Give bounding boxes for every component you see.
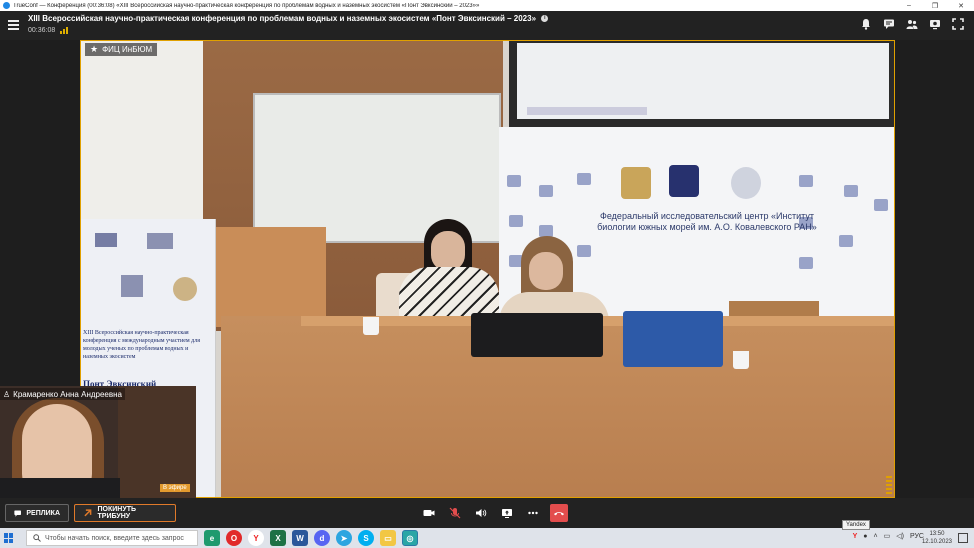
info-icon[interactable]: i: [541, 15, 549, 23]
microphone-toggle-button[interactable]: [446, 504, 464, 522]
institute-logo-icon: [669, 165, 699, 197]
volume-tray-icon[interactable]: ◁): [896, 532, 904, 540]
scene-cup: [733, 351, 749, 369]
scene-lectern: [216, 227, 326, 327]
microphone-muted-icon: [449, 507, 461, 519]
leave-podium-icon: [84, 509, 92, 517]
reply-button[interactable]: РЕПЛИКА: [5, 504, 69, 522]
podium-text: XIII Всероссийская научно-практическая к…: [83, 330, 200, 360]
star-icon: ★: [90, 44, 99, 54]
chat-icon[interactable]: [883, 18, 895, 30]
notifications-icon[interactable]: [958, 533, 968, 543]
scene-cup: [363, 317, 379, 335]
more-options-button[interactable]: [524, 504, 542, 522]
speaker-video[interactable]: Федеральный исследовательский центр «Инс…: [80, 40, 895, 498]
screen-share-icon: [502, 509, 512, 518]
search-placeholder: Чтобы начать поиск, введите здесь запрос: [45, 534, 184, 542]
media-controls: [420, 504, 568, 522]
taskbar-apps: e O Y X W d ➤ S ▭ ◎: [204, 530, 418, 546]
menu-icon[interactable]: [8, 20, 19, 30]
camera-icon: [423, 510, 435, 516]
more-dots-icon: [528, 511, 538, 515]
yandex-browser-icon[interactable]: Y: [248, 530, 264, 546]
conference-title: XIII Всероссийская научно-практическая к…: [28, 14, 537, 23]
notifications-bell-icon[interactable]: [860, 18, 872, 30]
clock-time: 13:50: [929, 531, 945, 537]
taskbar-clock[interactable]: 13:50 12.10.2023: [922, 530, 952, 546]
windows-taskbar: Чтобы начать поиск, введите здесь запрос…: [0, 528, 974, 548]
maximize-button[interactable]: ❐: [922, 2, 948, 10]
scene-laptop-blue: [623, 311, 723, 367]
skype-icon[interactable]: S: [358, 530, 374, 546]
windows-start-icon[interactable]: [4, 533, 14, 543]
search-icon: [33, 534, 41, 542]
taskbar-search-input[interactable]: Чтобы начать поиск, введите здесь запрос: [26, 530, 198, 546]
edge-icon[interactable]: e: [204, 530, 220, 546]
show-hidden-icons-icon[interactable]: ˄: [874, 533, 878, 540]
minimize-button[interactable]: –: [896, 2, 922, 9]
leave-podium-label: ПОКИНУТЬ ТРИБУНУ: [97, 506, 137, 520]
file-explorer-icon[interactable]: ▭: [380, 530, 396, 546]
opera-icon[interactable]: O: [226, 530, 242, 546]
conference-timer: 00:36:08: [28, 27, 56, 34]
camera-toggle-button[interactable]: [420, 504, 438, 522]
telegram-icon[interactable]: ➤: [336, 530, 352, 546]
trueconf-taskbar-icon[interactable]: ◎: [402, 530, 418, 546]
signal-strength-icon: [60, 27, 69, 34]
screen-share-button[interactable]: [498, 504, 516, 522]
microphone-tray-icon[interactable]: ●: [863, 533, 867, 540]
participants-icon[interactable]: [906, 18, 918, 30]
conference-title-row: XIII Всероссийская научно-практическая к…: [28, 14, 549, 23]
window-title: TrueConf — Конференция (00:36:08) «XIII …: [13, 2, 480, 9]
scene-projector-screen: [509, 41, 894, 127]
excel-icon[interactable]: X: [270, 530, 286, 546]
user-icon: ♙: [3, 389, 11, 399]
content-share-icon[interactable]: [929, 18, 941, 30]
reply-label: РЕПЛИКА: [26, 509, 60, 517]
crest-emblem-icon: [621, 167, 651, 199]
scene-laptop-black: [471, 313, 603, 357]
close-window-button[interactable]: ✕: [948, 2, 974, 10]
self-view-name: Крамаренко Анна Андреевна: [13, 389, 122, 399]
clock-date: 12.10.2023: [921, 539, 952, 545]
speaker-icon: [476, 509, 487, 517]
system-tray: Y ● ˄ ▭ ◁) РУС: [853, 532, 924, 541]
trueconf-app-icon: [3, 2, 10, 9]
conference-header: XIII Всероссийская научно-практическая к…: [0, 11, 974, 40]
on-air-badge: В эфире: [160, 484, 190, 492]
word-icon[interactable]: W: [292, 530, 308, 546]
window-titlebar: TrueConf — Конференция (00:36:08) «XIII …: [0, 0, 974, 11]
video-stage: Федеральный исследовательский центр «Инс…: [0, 40, 974, 498]
audio-level-indicator: [886, 476, 892, 496]
header-actions: [860, 18, 964, 30]
hang-up-icon: [554, 512, 564, 516]
call-toolbar: РЕПЛИКА ПОКИНУТЬ ТРИБУНУ: [0, 498, 974, 528]
yandex-tray-icon[interactable]: Y: [853, 533, 858, 540]
tray-tooltip: Yandex: [842, 520, 870, 530]
conference-timer-row: 00:36:08: [28, 27, 69, 34]
self-view-video[interactable]: ♙ Крамаренко Анна Андреевна В эфире: [0, 386, 196, 498]
banner-text: Федеральный исследовательский центр «Инс…: [597, 211, 817, 232]
speaker-name: ФИЦ ИнБЮМ: [102, 45, 153, 54]
discord-icon[interactable]: d: [314, 530, 330, 546]
network-icon[interactable]: ▭: [884, 532, 891, 540]
self-view-label: ♙ Крамаренко Анна Андреевна: [0, 388, 125, 400]
hang-up-button[interactable]: [550, 504, 568, 522]
speaker-volume-button[interactable]: [472, 504, 490, 522]
leave-podium-button[interactable]: ПОКИНУТЬ ТРИБУНУ: [74, 504, 176, 522]
fullscreen-icon[interactable]: [952, 18, 964, 30]
speaker-label: ★ ФИЦ ИнБЮМ: [85, 43, 158, 56]
ras-seal-icon: [731, 167, 761, 199]
speech-bubble-icon: [14, 510, 21, 517]
